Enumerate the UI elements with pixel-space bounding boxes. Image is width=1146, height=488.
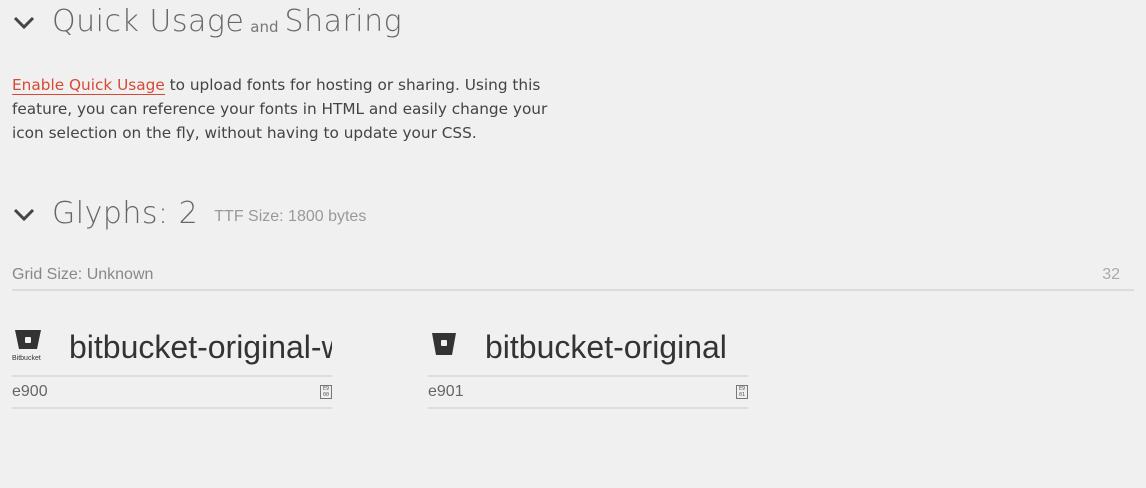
sharing-title: Sharing	[284, 4, 403, 39]
bitbucket-wordmark-icon: Bitbucket	[12, 329, 48, 363]
grid-size-row: Grid Size: Unknown 32	[12, 266, 1134, 291]
glyph-card[interactable]: Bitbucket bitbucket-original-wordmark e9…	[12, 327, 332, 409]
glyphs-title: Glyphs: 2	[52, 196, 199, 231]
title-and: and	[250, 17, 279, 36]
wordmark-caption: Bitbucket	[12, 355, 41, 362]
enable-quick-usage-link[interactable]: Enable Quick Usage	[12, 76, 165, 95]
glyph-code[interactable]: e901	[428, 383, 464, 401]
chevron-down-icon[interactable]	[12, 12, 36, 32]
grid-size-label: Grid Size: Unknown	[12, 266, 154, 283]
quick-usage-header: Quick Usage and Sharing	[12, 4, 402, 39]
glyph-code-row: e901 E9 01	[428, 377, 748, 409]
quick-usage-title: Quick Usage	[52, 4, 245, 39]
glyph-preview: bitbucket-original	[428, 327, 748, 377]
glyph-code[interactable]: e900	[12, 383, 48, 401]
glyph-name: bitbucket-original-wordmark	[69, 329, 332, 365]
glyph-code-row: e900 E9 00	[12, 377, 332, 409]
chevron-down-icon[interactable]	[12, 204, 36, 224]
quick-usage-description: Enable Quick Usage to upload fonts for h…	[12, 73, 582, 145]
glyph-card[interactable]: bitbucket-original e901 E9 01	[428, 327, 748, 409]
glyph-name: bitbucket-original	[485, 329, 727, 365]
ttf-size: TTF Size: 1800 bytes	[214, 207, 367, 225]
glyphs-header: Glyphs: 2 TTF Size: 1800 bytes	[12, 196, 366, 231]
glyph-code-icon[interactable]: E9 01	[736, 385, 748, 399]
grid-size-value[interactable]: 32	[1102, 266, 1120, 284]
bitbucket-icon	[428, 329, 464, 363]
glyph-code-icon[interactable]: E9 00	[320, 385, 332, 399]
glyph-preview: Bitbucket bitbucket-original-wordmark	[12, 327, 332, 377]
